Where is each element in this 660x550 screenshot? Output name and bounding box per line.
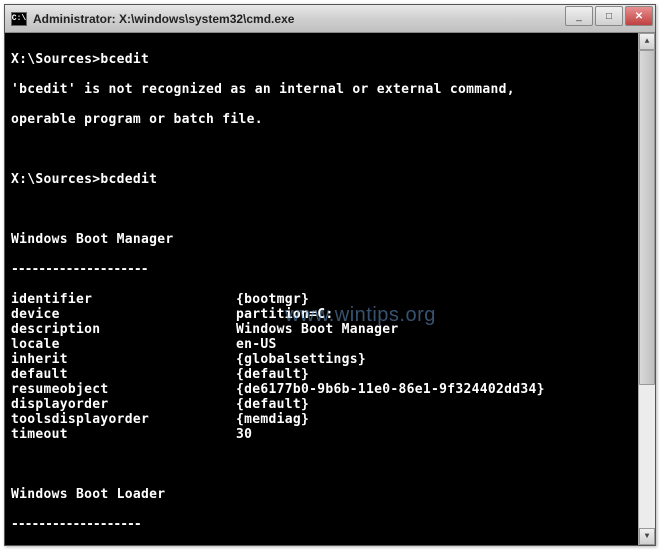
- kv-row: descriptionWindows Boot Manager: [11, 322, 649, 337]
- kv-value: Windows Boot Manager: [236, 322, 649, 337]
- kv-key: displayorder: [11, 397, 236, 412]
- titlebar[interactable]: C:\ Administrator: X:\windows\system32\c…: [5, 5, 655, 33]
- kv-row: toolsdisplayorder{memdiag}: [11, 412, 649, 427]
- kv-row: identifier{bootmgr}: [11, 292, 649, 307]
- section-divider: -------------------: [11, 517, 649, 532]
- maximize-button[interactable]: □: [595, 6, 623, 26]
- section-divider: --------------------: [11, 262, 649, 277]
- kv-key: timeout: [11, 427, 236, 442]
- kv-value: {memdiag}: [236, 412, 649, 427]
- terminal-output[interactable]: X:\Sources>bcedit 'bcedit' is not recogn…: [5, 33, 655, 545]
- scroll-up-button[interactable]: ▲: [639, 33, 655, 50]
- scroll-thumb[interactable]: [639, 50, 655, 385]
- vertical-scrollbar[interactable]: ▲ ▼: [638, 33, 655, 545]
- prompt-line: X:\Sources>bcdedit: [11, 172, 649, 187]
- kv-key: default: [11, 367, 236, 382]
- blank-line: [11, 142, 649, 157]
- kv-row: timeout30: [11, 427, 649, 442]
- kv-value: {de6177b0-9b6b-11e0-86e1-9f324402dd34}: [236, 382, 649, 397]
- kv-row: localeen-US: [11, 337, 649, 352]
- kv-value: 30: [236, 427, 649, 442]
- scroll-down-button[interactable]: ▼: [639, 528, 655, 545]
- kv-row: default{default}: [11, 367, 649, 382]
- prompt-line: X:\Sources>bcedit: [11, 52, 649, 67]
- cmd-icon: C:\: [11, 12, 27, 26]
- minimize-button[interactable]: _: [565, 6, 593, 26]
- kv-key: locale: [11, 337, 236, 352]
- section-header: Windows Boot Loader: [11, 487, 649, 502]
- kv-value: en-US: [236, 337, 649, 352]
- error-line: 'bcedit' is not recognized as an interna…: [11, 82, 649, 97]
- cmd-window: C:\ Administrator: X:\windows\system32\c…: [4, 4, 656, 546]
- scroll-track[interactable]: [639, 50, 655, 528]
- kv-key: identifier: [11, 292, 236, 307]
- kv-key: description: [11, 322, 236, 337]
- kv-row: resumeobject{de6177b0-9b6b-11e0-86e1-9f3…: [11, 382, 649, 397]
- kv-row: displayorder{default}: [11, 397, 649, 412]
- window-controls: _ □ ✕: [565, 5, 655, 32]
- kv-key: device: [11, 307, 236, 322]
- blank-line: [11, 202, 649, 217]
- kv-row: devicepartition=C:: [11, 307, 649, 322]
- kv-key: inherit: [11, 352, 236, 367]
- close-button[interactable]: ✕: [625, 6, 653, 26]
- kv-key: toolsdisplayorder: [11, 412, 236, 427]
- kv-value: {default}: [236, 397, 649, 412]
- blank-line: [11, 457, 649, 472]
- kv-value: {bootmgr}: [236, 292, 649, 307]
- section-header: Windows Boot Manager: [11, 232, 649, 247]
- kv-row: inherit{globalsettings}: [11, 352, 649, 367]
- window-title: Administrator: X:\windows\system32\cmd.e…: [33, 12, 565, 26]
- kv-key: resumeobject: [11, 382, 236, 397]
- kv-value: {default}: [236, 367, 649, 382]
- error-line: operable program or batch file.: [11, 112, 649, 127]
- kv-value: partition=C:: [236, 307, 649, 322]
- kv-value: {globalsettings}: [236, 352, 649, 367]
